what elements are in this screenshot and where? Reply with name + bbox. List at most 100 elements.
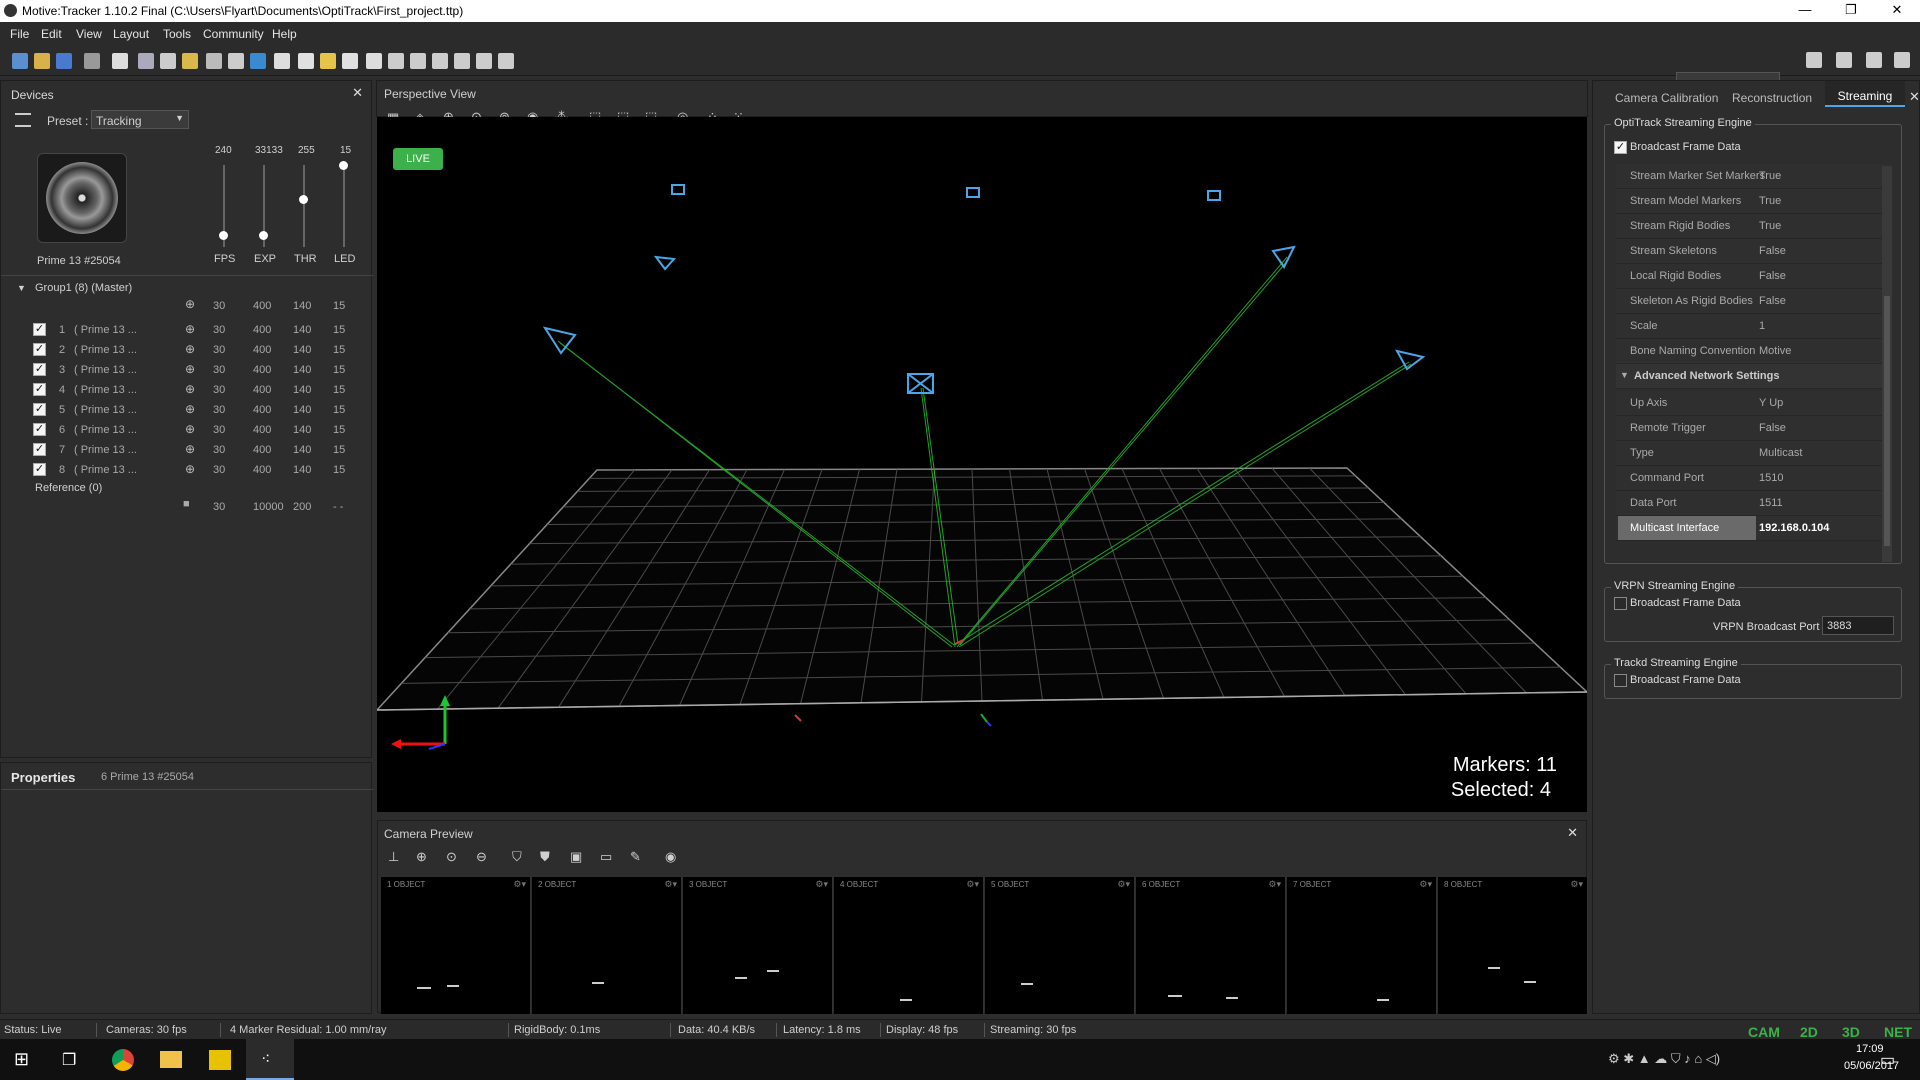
fps-slider-knob[interactable] <box>219 231 228 240</box>
menu-community[interactable]: Community <box>203 27 264 41</box>
tools-icon[interactable] <box>84 53 100 69</box>
mode-2d[interactable]: 2D <box>1800 1024 1818 1040</box>
probe-icon[interactable] <box>366 53 382 69</box>
pencil-icon[interactable]: ✎ <box>630 849 641 865</box>
layout-a-icon[interactable] <box>1806 52 1822 68</box>
exp-slider-knob[interactable] <box>259 231 268 240</box>
video-icon[interactable]: ▣ <box>570 849 582 865</box>
camera-icon[interactable] <box>138 53 154 69</box>
camera-preview-cell[interactable]: 4 OBJECT ⚙▾ <box>834 877 984 1014</box>
snapshot-icon[interactable] <box>160 53 176 69</box>
properties-scrollbar[interactable] <box>1882 166 1892 562</box>
brush-icon[interactable] <box>320 53 336 69</box>
menu-list-icon[interactable] <box>15 113 31 127</box>
camera-row[interactable]: ✓ 7 ( Prime 13 ... ⊕ 30 400 140 15 <box>1 440 381 460</box>
led-slider[interactable] <box>343 165 345 247</box>
menu-edit[interactable]: Edit <box>41 27 62 41</box>
wand-icon[interactable] <box>182 53 198 69</box>
motive-taskbar-button[interactable]: ⁖ <box>246 1039 294 1080</box>
advanced-section-header[interactable]: ▼ Advanced Network Settings <box>1616 364 1892 389</box>
shield-icon[interactable]: ⛉ <box>512 849 522 865</box>
zoom-in-icon[interactable]: ⊕ <box>416 849 427 865</box>
camera-enable-checkbox[interactable]: ✓ <box>33 383 46 396</box>
camera-row[interactable]: ✓ 5 ( Prime 13 ... ⊕ 30 400 140 15 <box>1 400 381 420</box>
minimize-button[interactable]: — <box>1782 0 1828 22</box>
layout-d-icon[interactable] <box>1894 52 1910 68</box>
group-title[interactable]: Group1 (8) (Master) <box>35 282 132 294</box>
camera-enable-checkbox[interactable]: ✓ <box>33 343 46 356</box>
tray-icons[interactable]: ⚙ ✱ ▲ ☁ ⛉ ♪ ⌂ ◁) <box>1608 1051 1720 1067</box>
zoom-out-icon[interactable]: ⊖ <box>476 849 487 865</box>
menu-help[interactable]: Help <box>272 27 297 41</box>
camera-preview-cell[interactable]: 3 OBJECT ⚙▾ <box>683 877 833 1014</box>
property-row[interactable]: Stream Model Markers True <box>1616 189 1892 214</box>
layout-b-icon[interactable] <box>1836 52 1852 68</box>
close-window-button[interactable]: ✕ <box>1874 0 1920 22</box>
mode-net[interactable]: NET <box>1884 1024 1912 1040</box>
camera-preview-cell[interactable]: 7 OBJECT ⚙▾ <box>1287 877 1437 1014</box>
property-row[interactable]: Scale 1 <box>1616 314 1892 339</box>
gear-icon[interactable]: ⚙▾ <box>664 879 677 890</box>
layout-icon[interactable] <box>112 53 128 69</box>
property-row[interactable]: Data Port 1511 <box>1616 491 1892 516</box>
tab-reconstruction[interactable]: Reconstruction <box>1732 91 1812 105</box>
property-row[interactable]: Stream Rigid Bodies True <box>1616 214 1892 239</box>
property-row[interactable]: Multicast Interface 192.168.0.104 <box>1616 516 1892 541</box>
windows-start-icon[interactable]: ⊞ <box>14 1049 29 1070</box>
camera-enable-checkbox[interactable]: ✓ <box>33 443 46 456</box>
collapse-arrow-icon[interactable]: ▼ <box>17 283 26 293</box>
layout-c-icon[interactable] <box>1866 52 1882 68</box>
visibility-eye-icon[interactable]: ◉ <box>665 849 676 865</box>
window3-icon[interactable] <box>432 53 448 69</box>
property-row[interactable]: Remote Trigger False <box>1616 416 1892 441</box>
menu-file[interactable]: File <box>10 27 29 41</box>
restore-button[interactable]: ❐ <box>1828 0 1874 22</box>
broadcast-checkbox[interactable]: ✓ <box>1614 141 1627 154</box>
camera-enable-checkbox[interactable]: ✓ <box>33 403 46 416</box>
axis-icon[interactable]: ⊥ <box>388 849 399 865</box>
close-icon[interactable]: ✕ <box>352 85 363 101</box>
trackd-broadcast-checkbox[interactable] <box>1614 674 1627 687</box>
property-row[interactable]: Stream Marker Set Markers True <box>1616 164 1892 189</box>
menu-tools[interactable]: Tools <box>163 27 191 41</box>
notifications-icon[interactable]: ▭ <box>1880 1050 1895 1070</box>
window2-icon[interactable] <box>410 53 426 69</box>
camera-enable-checkbox[interactable]: ✓ <box>33 323 46 336</box>
open-folder-icon[interactable] <box>34 53 50 69</box>
camera-preview-cell[interactable]: 2 OBJECT ⚙▾ <box>532 877 682 1014</box>
gear-icon[interactable]: ⚙▾ <box>1117 879 1130 890</box>
camera-preview-cell[interactable]: 6 OBJECT ⚙▾ <box>1136 877 1286 1014</box>
window4-icon[interactable] <box>454 53 470 69</box>
camera-enable-checkbox[interactable]: ✓ <box>33 423 46 436</box>
camera-enable-checkbox[interactable]: ✓ <box>33 363 46 376</box>
camera-row[interactable]: ✓ 6 ( Prime 13 ... ⊕ 30 400 140 15 <box>1 420 381 440</box>
doc-icon[interactable] <box>298 53 314 69</box>
task-view-icon[interactable]: ❐ <box>62 1050 76 1070</box>
chrome-icon[interactable] <box>112 1049 134 1071</box>
property-row[interactable]: Stream Skeletons False <box>1616 239 1892 264</box>
close-icon[interactable]: ✕ <box>1567 825 1578 841</box>
thr-slider[interactable] <box>303 165 305 247</box>
perspective-viewport[interactable]: LIVE Markers: 11 Selected: 4 <box>377 117 1587 812</box>
window6-icon[interactable] <box>498 53 514 69</box>
app-icon[interactable] <box>209 1050 231 1070</box>
gear-icon[interactable]: ⚙▾ <box>1268 879 1281 890</box>
gear-icon[interactable]: ⚙▾ <box>1570 879 1583 890</box>
mode-cam[interactable]: CAM <box>1748 1024 1780 1040</box>
menu-layout[interactable]: Layout <box>113 27 149 41</box>
preset-dropdown[interactable]: Tracking ▼ <box>91 110 189 129</box>
property-row[interactable]: Skeleton As Rigid Bodies False <box>1616 289 1892 314</box>
gear-icon[interactable]: ⚙▾ <box>815 879 828 890</box>
gear-icon[interactable]: ⚙▾ <box>513 879 526 890</box>
camera-preview-cell[interactable]: 1 OBJECT ⚙▾ <box>381 877 531 1014</box>
new-file-icon[interactable] <box>12 53 28 69</box>
thr-slider-knob[interactable] <box>299 195 308 204</box>
calibrate-icon[interactable] <box>250 53 266 69</box>
gear-icon[interactable]: ⚙▾ <box>966 879 979 890</box>
frame-icon[interactable]: ▭ <box>600 849 612 865</box>
camera-enable-checkbox[interactable]: ✓ <box>33 463 46 476</box>
tab-camera-calibration[interactable]: Camera Calibration <box>1615 91 1718 105</box>
camera-row[interactable]: ✓ 8 ( Prime 13 ... ⊕ 30 400 140 15 <box>1 460 381 480</box>
grid-icon[interactable] <box>206 53 222 69</box>
camera-row[interactable]: ✓ 4 ( Prime 13 ... ⊕ 30 400 140 15 <box>1 380 381 400</box>
